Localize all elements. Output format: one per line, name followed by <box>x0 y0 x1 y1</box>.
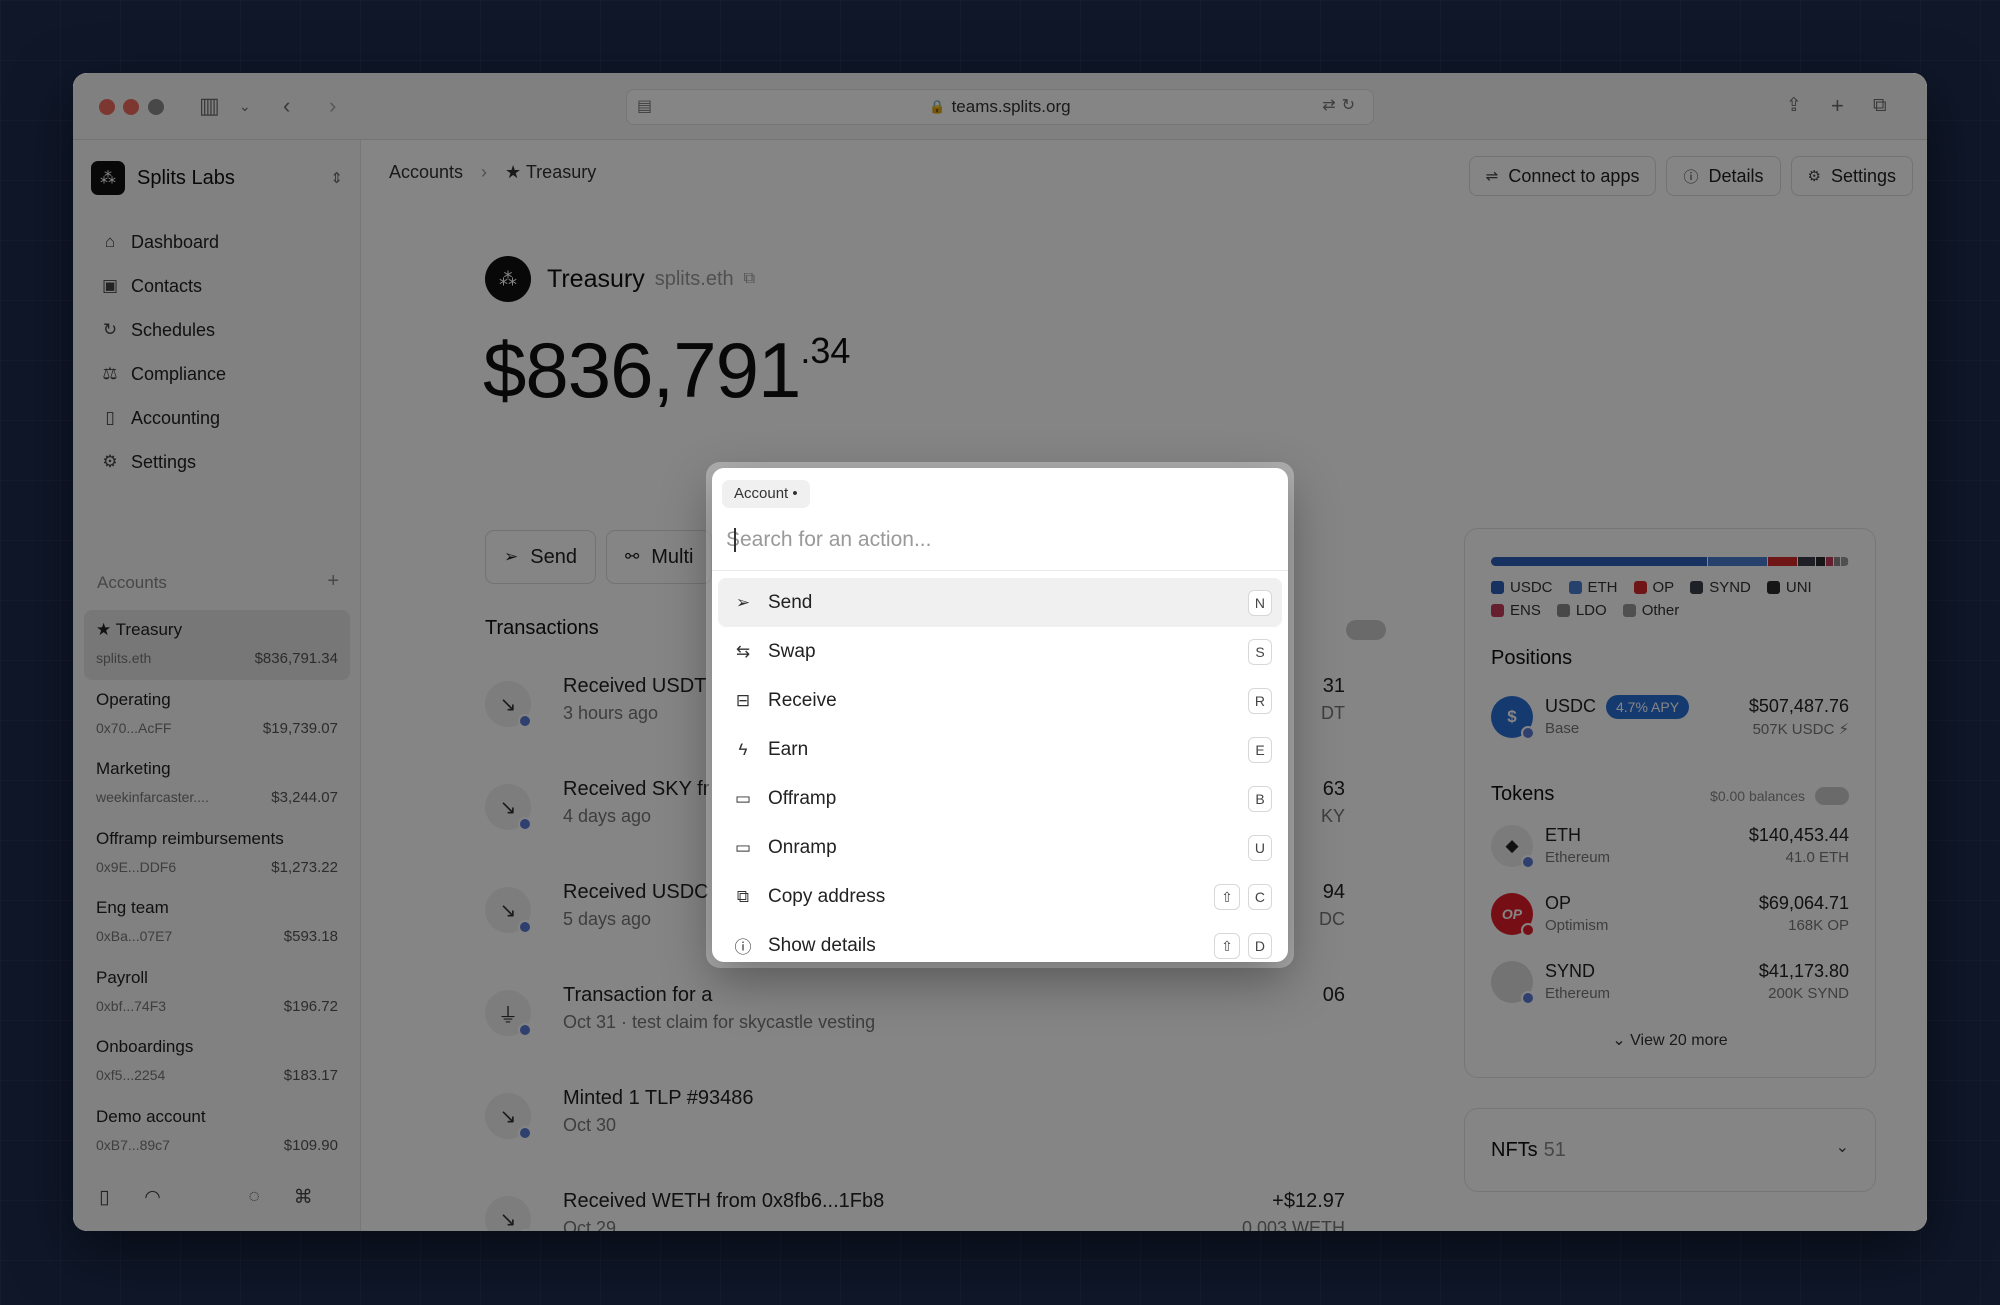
info-icon: ⓘ <box>734 938 752 957</box>
action-label: Earn <box>768 738 809 760</box>
shortcut-key: E <box>1248 736 1272 763</box>
shortcut-key: D <box>1247 932 1272 959</box>
action-copy-address[interactable]: ⧉ Copy address ⇧ C <box>718 872 1282 921</box>
action-label: Send <box>768 591 813 613</box>
scope-chip[interactable]: Account • <box>722 480 810 508</box>
swap-icon: ⇆ <box>735 641 751 661</box>
shortcut: E <box>1248 736 1272 763</box>
action-label: Swap <box>768 640 816 662</box>
shortcut-key: U <box>1247 834 1272 861</box>
action-label: Copy address <box>768 885 886 907</box>
action-receive[interactable]: ⊟ Receive R <box>718 676 1282 725</box>
shortcut: B <box>1248 785 1272 812</box>
action-search-input[interactable] <box>726 522 1272 558</box>
shortcut-key: ⇧ <box>1214 883 1240 910</box>
send-icon: ➢ <box>735 592 751 612</box>
bolt-icon: ϟ <box>738 739 748 759</box>
action-send[interactable]: ➢ Send N <box>718 578 1282 627</box>
shortcut-key: N <box>1247 589 1272 616</box>
copy-icon: ⧉ <box>736 886 750 906</box>
action-label: Show details <box>768 934 876 956</box>
shortcut-key: R <box>1247 687 1272 714</box>
shortcut: ⇧ C <box>1214 883 1272 910</box>
action-label: Onramp <box>768 836 837 858</box>
shortcut: N <box>1247 589 1272 616</box>
command-palette: Account • ➢ Send N ⇆ Swap S ⊟ Receive R ϟ Earn E… <box>712 468 1288 962</box>
action-label: Receive <box>768 689 837 711</box>
cash-in-icon: ▭ <box>734 837 752 857</box>
inbox-icon: ⊟ <box>735 690 751 710</box>
cash-out-icon: ▭ <box>734 788 752 808</box>
text-caret <box>734 528 736 552</box>
shortcut-key: ⇧ <box>1214 932 1240 959</box>
action-list: ➢ Send N ⇆ Swap S ⊟ Receive R ϟ Earn E ▭ Offramp B… <box>718 578 1282 962</box>
action-onramp[interactable]: ▭ Onramp U <box>718 823 1282 872</box>
shortcut: R <box>1247 687 1272 714</box>
action-offramp[interactable]: ▭ Offramp B <box>718 774 1282 823</box>
shortcut: U <box>1247 834 1272 861</box>
shortcut: S <box>1248 638 1272 665</box>
divider <box>712 570 1288 571</box>
action-show-details[interactable]: ⓘ Show details ⇧ D <box>718 921 1282 962</box>
action-label: Offramp <box>768 787 837 809</box>
shortcut: ⇧ D <box>1214 932 1272 959</box>
shortcut-key: C <box>1247 883 1272 910</box>
action-earn[interactable]: ϟ Earn E <box>718 725 1282 774</box>
shortcut-key: S <box>1248 638 1272 665</box>
action-swap[interactable]: ⇆ Swap S <box>718 627 1282 676</box>
shortcut-key: B <box>1248 785 1272 812</box>
